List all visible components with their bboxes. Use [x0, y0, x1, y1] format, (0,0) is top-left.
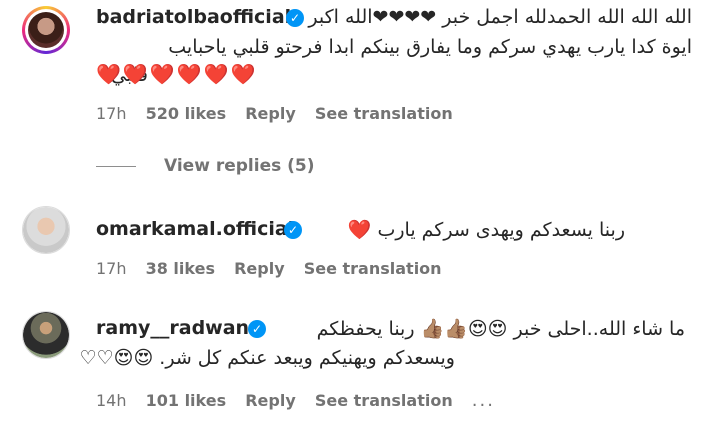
- avatar[interactable]: [22, 6, 70, 54]
- comment-text-line: ايوة كدا يارب يهدي سركم وما يفارق بينكم …: [168, 36, 692, 58]
- reply-button[interactable]: Reply: [234, 259, 285, 278]
- username[interactable]: badriatolbaofficial: [96, 6, 291, 28]
- comment-meta: 17h 520 likes Reply See translation: [96, 104, 453, 123]
- username[interactable]: omarkamal.official: [96, 218, 294, 240]
- see-translation-link[interactable]: See translation: [304, 259, 442, 278]
- see-translation-link[interactable]: See translation: [315, 391, 453, 410]
- comment-text: ربنا يسعدكم ويهدى سركم يارب ❤️: [347, 219, 625, 241]
- timestamp[interactable]: 14h: [96, 391, 127, 410]
- avatar[interactable]: [22, 206, 70, 254]
- comment-text-line: ويسعدكم ويهنيكم ويبعد عنكم كل شر. 😍😍♡♡: [79, 347, 455, 369]
- verified-badge-icon: ✓: [248, 320, 266, 338]
- comment-text-line: ما شاء الله..احلى خبر 😍😍👍🏽👍🏽 ربنا يحفظكم: [316, 318, 685, 340]
- view-replies-button[interactable]: View replies (5): [164, 156, 315, 176]
- username[interactable]: ramy__radwan: [96, 317, 249, 339]
- likes-count[interactable]: 520 likes: [146, 104, 227, 123]
- replies-divider: [96, 166, 136, 167]
- verified-badge-icon: ✓: [284, 221, 302, 239]
- verified-badge-icon: ✓: [286, 9, 304, 27]
- reply-button[interactable]: Reply: [245, 104, 296, 123]
- likes-count[interactable]: 38 likes: [146, 259, 215, 278]
- timestamp[interactable]: 17h: [96, 259, 127, 278]
- see-translation-link[interactable]: See translation: [315, 104, 453, 123]
- timestamp[interactable]: 17h: [96, 104, 127, 123]
- avatar[interactable]: [22, 311, 70, 359]
- hearts-icon: ❤️❤️❤️❤️❤️❤️: [96, 62, 258, 86]
- comment-meta: 17h 38 likes Reply See translation: [96, 259, 442, 278]
- reply-button[interactable]: Reply: [245, 391, 296, 410]
- comment-text-line: الله الله الله الحمدلله اجمل خبر ❤❤❤❤الل…: [308, 6, 692, 28]
- comment-meta: 14h 101 likes Reply See translation ...: [96, 390, 495, 411]
- likes-count[interactable]: 101 likes: [146, 391, 227, 410]
- more-options-icon[interactable]: ...: [472, 390, 495, 411]
